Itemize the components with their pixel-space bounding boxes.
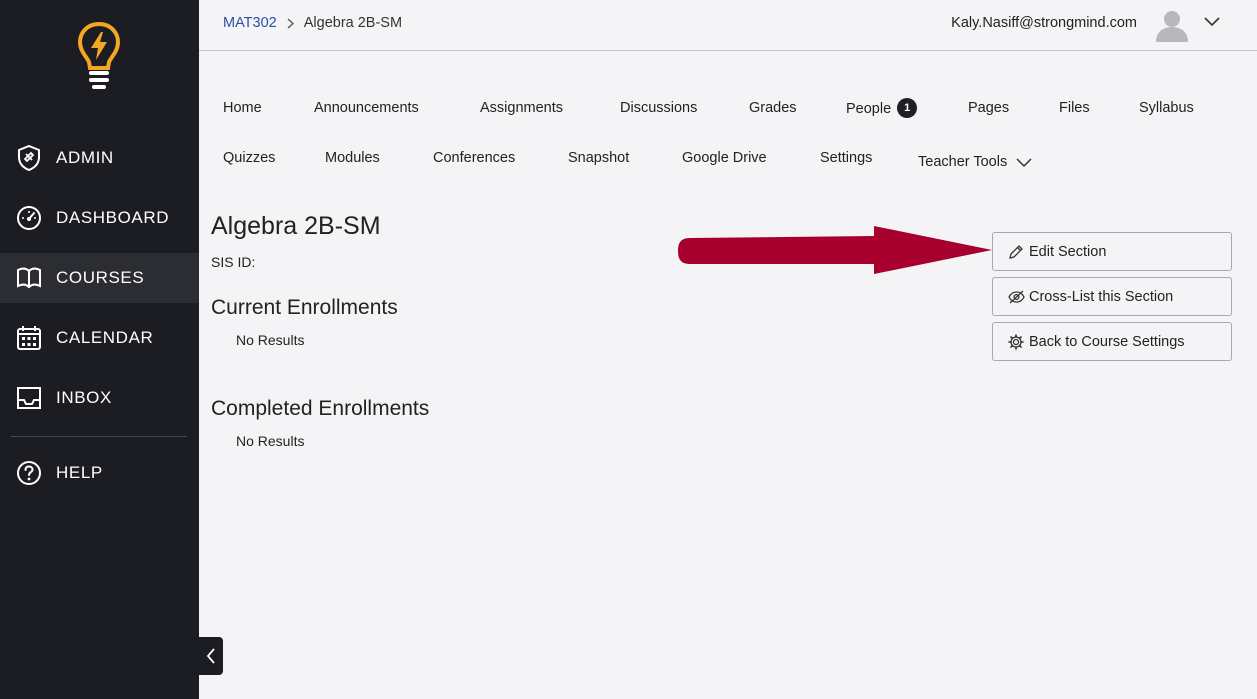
breadcrumb-current: Algebra 2B-SM [303,15,403,31]
breadcrumb-course-link[interactable]: MAT302 [223,15,277,31]
sidebar-item-label: DASHBOARD [56,208,170,227]
tab-pages[interactable]: Pages [968,100,1009,116]
gear-icon [1007,333,1025,351]
tab-quizzes[interactable]: Quizzes [223,150,275,166]
chevron-down-icon [1016,158,1032,167]
tab-grades[interactable]: Grades [749,100,797,116]
tab-teacher-tools[interactable]: Teacher Tools [918,154,1033,170]
sidebar-item-label: HELP [56,463,103,482]
inbox-icon [16,385,42,411]
people-count-badge: 1 [897,98,918,118]
chevron-down-icon[interactable] [1203,16,1221,28]
sidebar-item-admin[interactable]: ADMIN [0,133,199,183]
current-enrollments-empty: No Results [236,332,305,348]
avatar[interactable] [1155,8,1189,42]
tab-syllabus[interactable]: Syllabus [1139,100,1194,116]
sidebar-item-label: CALENDAR [56,328,154,347]
tab-conferences[interactable]: Conferences [433,150,515,166]
sis-id-label: SIS ID: [211,254,256,270]
sidebar: ADMIN DASHBOARD COURSES CALENDAR INBOX H… [0,0,199,699]
sidebar-item-calendar[interactable]: CALENDAR [0,313,199,363]
chevron-right-icon [287,17,294,29]
gauge-icon [16,205,42,231]
current-enrollments-heading: Current Enrollments [211,296,398,319]
page-title: Algebra 2B-SM [211,212,381,240]
callout-arrow-icon [678,226,992,274]
tab-google-drive[interactable]: Google Drive [682,150,767,166]
completed-enrollments-heading: Completed Enrollments [211,397,430,420]
user-email: Kaly.Nasiff@strongmind.com [951,15,1137,31]
help-icon [16,460,42,486]
tab-assignments[interactable]: Assignments [480,100,563,116]
sidebar-item-label: ADMIN [56,148,114,167]
sidebar-item-label: COURSES [56,268,145,287]
cross-list-section-label: Cross-List this Section [1029,288,1174,305]
tab-snapshot[interactable]: Snapshot [568,150,629,166]
calendar-icon [16,325,42,351]
pencil-icon [1007,243,1025,261]
back-to-course-settings-label: Back to Course Settings [1029,333,1185,350]
shield-icon [16,145,42,171]
tab-announcements[interactable]: Announcements [314,100,419,116]
collapse-sidebar-button[interactable] [199,637,223,675]
edit-section-label: Edit Section [1029,243,1107,260]
sidebar-divider [11,436,187,437]
sidebar-item-label: INBOX [56,388,112,407]
tab-home[interactable]: Home [223,100,262,116]
eye-slash-icon [1007,288,1025,306]
edit-section-button[interactable]: Edit Section [992,232,1232,271]
sidebar-item-courses[interactable]: COURSES [0,253,199,303]
tab-people-label: People [846,100,892,117]
tab-teacher-tools-label: Teacher Tools [918,154,1008,170]
sidebar-item-help[interactable]: HELP [0,448,199,498]
lightbulb-logo-icon[interactable] [76,20,122,90]
sidebar-item-inbox[interactable]: INBOX [0,373,199,423]
completed-enrollments-empty: No Results [236,433,305,449]
tab-people[interactable]: People 1 [846,98,918,119]
tab-settings[interactable]: Settings [820,150,872,166]
tab-discussions[interactable]: Discussions [620,100,697,116]
cross-list-section-button[interactable]: Cross-List this Section [992,277,1232,316]
breadcrumb: MAT302 Algebra 2B-SM [223,15,402,31]
sidebar-item-dashboard[interactable]: DASHBOARD [0,193,199,243]
tab-files[interactable]: Files [1059,100,1090,116]
back-to-course-settings-button[interactable]: Back to Course Settings [992,322,1232,361]
top-bar: MAT302 Algebra 2B-SM Kaly.Nasiff@strongm… [199,0,1257,51]
book-icon [16,265,42,291]
chevron-left-icon [206,648,215,664]
tab-modules[interactable]: Modules [325,150,380,166]
